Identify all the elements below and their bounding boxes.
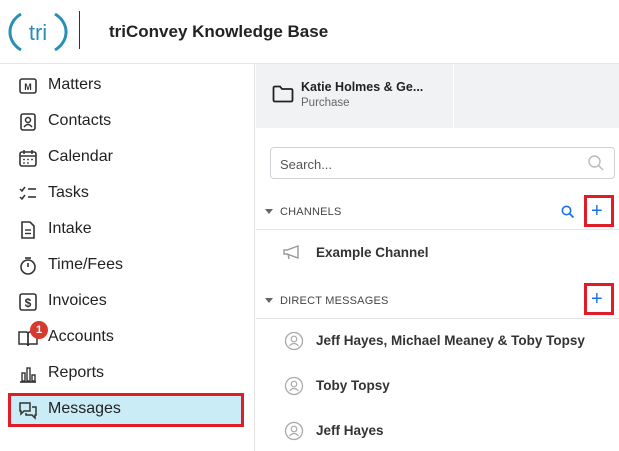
matter-title: Katie Holmes & Ge... bbox=[301, 80, 424, 94]
dm-list-item[interactable]: Jeff Hayes, Michael Meaney & Toby Topsy bbox=[256, 319, 619, 363]
add-channel-button[interactable]: + bbox=[584, 195, 614, 227]
matter-type: Purchase bbox=[301, 97, 350, 109]
calendar-icon bbox=[19, 150, 37, 167]
sidebar-item-tasks[interactable]: Tasks bbox=[0, 176, 255, 212]
user-avatar-icon bbox=[284, 376, 304, 396]
app-title: triConvey Knowledge Base bbox=[109, 22, 329, 41]
sidebar-item-calendar[interactable]: Calendar bbox=[0, 140, 255, 176]
sidebar-item-label: Calendar bbox=[48, 148, 113, 165]
sidebar-item-label: Contacts bbox=[48, 112, 112, 129]
sidebar-item-contacts[interactable]: Contacts bbox=[0, 104, 255, 140]
channels-title: CHANNELS bbox=[280, 206, 342, 218]
sidebar-item-label: Reports bbox=[48, 364, 105, 381]
notification-badge: 1 bbox=[30, 321, 48, 339]
sidebar-item-label: Accounts bbox=[48, 328, 114, 345]
intake-icon bbox=[21, 221, 35, 239]
dm-name: Jeff Hayes bbox=[316, 423, 384, 438]
plus-icon: + bbox=[591, 288, 603, 310]
tri-logo[interactable]: tri bbox=[7, 8, 69, 56]
add-direct-message-button[interactable]: + bbox=[584, 283, 614, 315]
user-avatar-icon bbox=[284, 421, 304, 441]
dm-name: Jeff Hayes, Michael Meaney & Toby Topsy bbox=[316, 333, 585, 348]
search-field[interactable] bbox=[270, 147, 615, 179]
sidebar: M Matters Contacts Calendar Tasks Intake… bbox=[0, 64, 255, 451]
sidebar-item-reports[interactable]: Reports bbox=[0, 356, 255, 392]
bar-chart-icon bbox=[20, 367, 36, 383]
sidebar-item-label: Intake bbox=[48, 220, 92, 237]
direct-messages-title: DIRECT MESSAGES bbox=[280, 295, 389, 307]
collapse-caret-icon[interactable] bbox=[265, 209, 273, 214]
svg-text:tri: tri bbox=[29, 20, 47, 45]
plus-icon: + bbox=[591, 200, 603, 222]
folder-icon bbox=[272, 85, 294, 103]
chat-bubbles-icon bbox=[19, 402, 37, 420]
tasks-icon bbox=[19, 186, 36, 201]
svg-text:$: $ bbox=[25, 296, 32, 310]
collapse-caret-icon[interactable] bbox=[265, 298, 273, 303]
sidebar-item-accounts[interactable]: 1 Accounts bbox=[0, 320, 255, 356]
dm-name: Toby Topsy bbox=[316, 378, 390, 393]
sidebar-item-label: Invoices bbox=[48, 292, 107, 309]
sidebar-item-label: Time/Fees bbox=[48, 256, 123, 273]
svg-text:M: M bbox=[24, 82, 32, 92]
channel-list-item[interactable]: Example Channel bbox=[256, 231, 619, 275]
app-header: tri triConvey Knowledge Base bbox=[0, 0, 619, 64]
dm-list-item[interactable]: Toby Topsy bbox=[256, 364, 619, 408]
search-icon[interactable] bbox=[587, 154, 605, 172]
channel-search-icon[interactable] bbox=[561, 205, 575, 219]
sidebar-item-intake[interactable]: Intake bbox=[0, 212, 255, 248]
sidebar-item-messages[interactable]: Messages bbox=[0, 392, 255, 428]
matters-icon: M bbox=[19, 78, 37, 94]
matter-tab-bar: Katie Holmes & Ge... Purchase bbox=[256, 64, 619, 128]
megaphone-icon bbox=[283, 245, 299, 260]
sidebar-item-invoices[interactable]: $ Invoices bbox=[0, 284, 255, 320]
sidebar-item-label: Matters bbox=[48, 76, 102, 93]
dm-list-item[interactable]: Jeff Hayes bbox=[256, 409, 619, 451]
sidebar-item-label: Tasks bbox=[48, 184, 89, 201]
search-input[interactable] bbox=[280, 154, 570, 174]
tab-bar-empty bbox=[456, 64, 619, 128]
active-item-highlight bbox=[8, 393, 244, 427]
sidebar-item-time-fees[interactable]: Time/Fees bbox=[0, 248, 255, 284]
channels-header[interactable]: CHANNELS bbox=[256, 194, 619, 230]
sidebar-item-matters[interactable]: M Matters bbox=[0, 68, 255, 104]
user-avatar-icon bbox=[284, 331, 304, 351]
sidebar-item-label: Messages bbox=[48, 400, 121, 417]
contacts-icon bbox=[20, 113, 36, 131]
logo-divider bbox=[79, 11, 80, 49]
matter-tab[interactable]: Katie Holmes & Ge... Purchase bbox=[256, 64, 454, 128]
channel-name: Example Channel bbox=[316, 245, 429, 260]
stopwatch-icon bbox=[20, 257, 36, 275]
invoice-dollar-icon: $ bbox=[19, 293, 37, 311]
direct-messages-header[interactable]: DIRECT MESSAGES bbox=[256, 283, 619, 319]
